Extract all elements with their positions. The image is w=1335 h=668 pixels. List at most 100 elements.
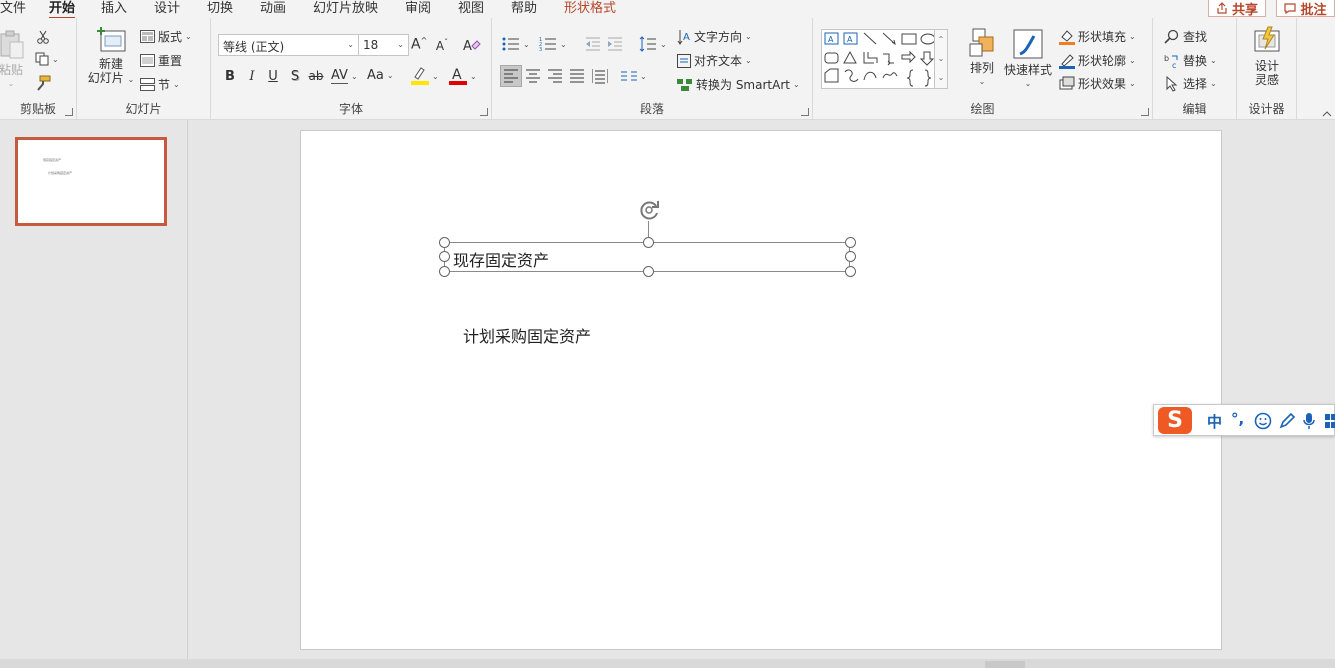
change-case-button[interactable]: Aa ⌄ <box>367 68 394 83</box>
layout-button[interactable]: 版式 ⌄ <box>140 28 192 45</box>
arrange-button[interactable]: 排列 ⌄ <box>962 28 1002 89</box>
shape-fill-button[interactable]: 形状填充 ⌄ <box>1059 28 1136 45</box>
convert-smartart-button[interactable]: 转换为 SmartArt ⌄ <box>677 76 800 93</box>
reset-button[interactable]: 重置 <box>140 52 182 69</box>
underline-button[interactable]: U <box>265 69 281 84</box>
tab-design[interactable]: 设计 <box>154 0 180 16</box>
bullets-button[interactable]: ⌄ <box>502 36 530 52</box>
resize-handle-top-right[interactable] <box>845 237 856 248</box>
justify-icon[interactable] <box>570 69 584 83</box>
clear-formatting-icon[interactable]: A <box>463 37 481 53</box>
distributed-icon[interactable] <box>592 68 608 84</box>
resize-handle-bottom-left[interactable] <box>439 266 450 277</box>
find-label: 查找 <box>1183 30 1208 44</box>
character-spacing-button[interactable]: AV ⌄ <box>331 68 358 84</box>
numbering-button[interactable]: 1 2 3 ⌄ <box>539 36 567 52</box>
slide-canvas[interactable]: 现存固定资产 计划采购固定资产 <box>300 130 1222 650</box>
svg-text:3: 3 <box>539 47 542 52</box>
text-direction-label: 文字方向 <box>694 30 743 44</box>
rotate-handle-icon[interactable] <box>636 197 662 223</box>
microphone-icon[interactable] <box>1302 412 1316 430</box>
ime-punctuation-mode[interactable]: °, <box>1231 410 1244 428</box>
bold-button[interactable]: B <box>222 69 238 84</box>
resize-handle-bottom-right[interactable] <box>845 266 856 277</box>
format-painter-icon[interactable] <box>35 75 51 91</box>
text-shadow-button[interactable]: S <box>287 69 303 84</box>
decrease-indent-icon[interactable] <box>585 37 601 51</box>
section-button[interactable]: 节 ⌄ <box>140 76 180 93</box>
status-bar-zoom-area[interactable] <box>985 661 1025 668</box>
paragraph-dialog-launcher[interactable] <box>801 108 809 116</box>
tab-animations[interactable]: 动画 <box>260 0 286 16</box>
ime-chinese-mode[interactable]: 中 <box>1207 411 1222 432</box>
tab-file[interactable]: 文件 <box>0 0 26 16</box>
grow-font-button[interactable]: A^ <box>411 36 427 53</box>
shrink-font-button[interactable]: Aˇ <box>434 38 450 53</box>
text-direction-button[interactable]: A 文字方向 ⌄ <box>677 28 752 45</box>
resize-handle-left[interactable] <box>439 251 450 262</box>
collapse-ribbon-icon[interactable] <box>1322 110 1332 118</box>
emoji-icon[interactable] <box>1254 412 1272 430</box>
toolbox-grid-icon[interactable] <box>1324 413 1335 429</box>
resize-handle-top-left[interactable] <box>439 237 450 248</box>
align-text-button[interactable]: 对齐文本 ⌄ <box>677 52 752 69</box>
ime-logo[interactable]: S <box>1158 407 1192 434</box>
clipboard-dialog-launcher[interactable] <box>65 108 73 116</box>
design-ideas-button[interactable]: 设计 灵感 <box>1243 26 1291 87</box>
replace-button[interactable]: bc 替换 ⌄ <box>1164 52 1217 69</box>
font-group-label: 字体 <box>338 102 363 116</box>
slide-thumbnail-1[interactable]: 现存固定资产 计划采购固定资产 <box>15 137 167 226</box>
tab-transitions[interactable]: 切换 <box>207 0 233 16</box>
bullets-icon <box>502 37 519 51</box>
strikethrough-button[interactable]: ab <box>308 69 324 83</box>
comments-button[interactable]: 批注 <box>1276 0 1335 18</box>
cut-icon[interactable] <box>36 30 50 44</box>
shapes-gallery-scroll[interactable]: ⌃ ⌄ ⌄ <box>934 30 947 88</box>
align-left-button[interactable] <box>500 65 522 87</box>
paste-button[interactable]: 粘贴 ⌄ <box>0 30 28 91</box>
tab-shape-format[interactable]: 形状格式 <box>564 0 616 16</box>
replace-label: 替换 <box>1183 54 1208 68</box>
shape-outline-button[interactable]: 形状轮廓 ⌄ <box>1059 52 1136 69</box>
tab-insert[interactable]: 插入 <box>101 0 127 16</box>
design-ideas-label-2: 灵感 <box>1254 73 1279 87</box>
textbox-1-text[interactable]: 现存固定资产 <box>453 247 549 271</box>
slides-group-label: 幻灯片 <box>125 102 162 116</box>
tab-review[interactable]: 审阅 <box>405 0 431 16</box>
increase-indent-icon[interactable] <box>607 37 623 51</box>
tab-slideshow[interactable]: 幻灯片放映 <box>313 0 378 16</box>
align-text-icon <box>677 53 691 68</box>
font-size-box[interactable]: 18 ⌄ <box>358 34 409 56</box>
font-dialog-launcher[interactable] <box>480 108 488 116</box>
new-slide-label-2: 幻灯片 <box>87 71 124 85</box>
columns-button[interactable]: ⌄ <box>621 70 647 82</box>
font-color-button[interactable]: A ⌄ <box>449 66 477 86</box>
tab-view[interactable]: 视图 <box>458 0 484 16</box>
handwriting-pen-icon[interactable] <box>1278 412 1296 430</box>
drawing-dialog-launcher[interactable] <box>1141 108 1149 116</box>
design-ideas-icon <box>1254 26 1280 52</box>
tab-home[interactable]: 开始 <box>49 0 76 20</box>
resize-handle-right[interactable] <box>845 251 856 262</box>
copy-button[interactable]: ⌄ <box>35 52 59 66</box>
find-button[interactable]: 查找 <box>1164 28 1207 45</box>
quick-styles-button[interactable]: 快速样式 ⌄ <box>1002 28 1054 91</box>
shape-effects-button[interactable]: 形状效果 ⌄ <box>1059 75 1136 92</box>
align-center-icon[interactable] <box>526 69 540 83</box>
new-slide-button[interactable]: 新建 幻灯片 ⌄ <box>83 26 139 87</box>
align-right-icon[interactable] <box>548 69 562 83</box>
resize-handle-top[interactable] <box>643 237 654 248</box>
font-name-box[interactable]: 等线 (正文) ⌄ <box>218 34 359 56</box>
tab-help[interactable]: 帮助 <box>511 0 537 16</box>
share-button[interactable]: 共享 <box>1208 0 1266 18</box>
highlight-color-button[interactable]: ⌄ <box>411 66 439 86</box>
select-button[interactable]: 选择 ⌄ <box>1164 75 1217 92</box>
comments-label: 批注 <box>1300 2 1327 18</box>
font-color-icon: A <box>449 67 467 85</box>
italic-button[interactable]: I <box>244 69 260 84</box>
line-spacing-button[interactable]: ⌄ <box>639 36 667 52</box>
shapes-gallery[interactable]: A A ⌃ ⌄ ⌄ <box>821 29 948 89</box>
svg-text:b: b <box>1164 54 1169 63</box>
textbox-2-text[interactable]: 计划采购固定资产 <box>463 323 591 347</box>
resize-handle-bottom[interactable] <box>643 266 654 277</box>
